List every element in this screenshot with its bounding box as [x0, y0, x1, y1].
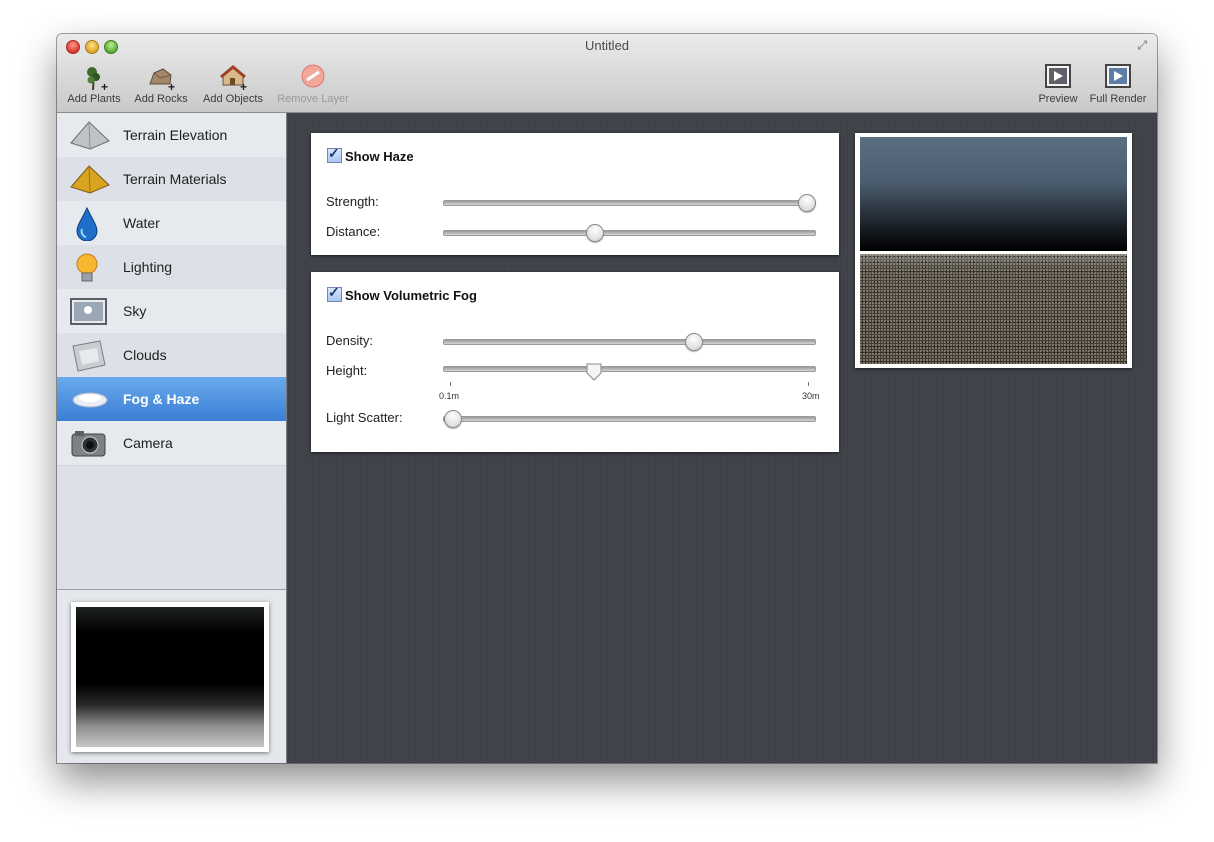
fog-preview-ground — [860, 254, 1127, 364]
clouds-icon — [70, 339, 106, 372]
show-haze-checkbox[interactable]: Show Haze — [327, 145, 414, 164]
add-objects-label: Add Objects — [203, 93, 263, 105]
app-window: Untitled ⤢ + Add Plants + Add Rocks + Ad… — [57, 34, 1157, 763]
sidebar-item-water[interactable]: Water — [57, 201, 286, 246]
height-slider-track[interactable] — [443, 366, 816, 372]
sidebar-item-clouds[interactable]: Clouds — [57, 333, 286, 378]
add-plants-label: Add Plants — [67, 93, 121, 105]
terrain-materials-icon — [70, 163, 110, 195]
show-volumetric-fog-checkbox[interactable]: Show Volumetric Fog — [327, 284, 477, 303]
density-slider-track[interactable] — [443, 339, 816, 345]
fog-preview — [855, 133, 1132, 368]
remove-layer-label: Remove Layer — [277, 93, 349, 105]
add-objects-icon: + — [218, 62, 248, 94]
sidebar-item-label: Lighting — [123, 259, 173, 275]
height-max-label: 30m — [802, 391, 820, 401]
light-scatter-slider-track[interactable] — [443, 416, 816, 422]
light-bulb-icon — [70, 251, 104, 283]
sidebar-item-label: Terrain Materials — [123, 171, 227, 187]
density-label: Density: — [326, 333, 373, 348]
scene-thumbnail-image — [76, 607, 264, 747]
add-rocks-label: Add Rocks — [134, 93, 188, 105]
sidebar-item-terrain-elevation[interactable]: Terrain Elevation — [57, 113, 286, 158]
sidebar-item-sky[interactable]: Sky — [57, 289, 286, 334]
sidebar-item-label: Camera — [123, 435, 173, 451]
water-drop-icon — [70, 206, 104, 242]
svg-text:+: + — [101, 80, 108, 92]
sidebar-item-lighting[interactable]: Lighting — [57, 245, 286, 290]
light-scatter-slider-knob[interactable] — [444, 410, 462, 428]
preview-icon — [1043, 62, 1073, 92]
add-plants-button[interactable]: + Add Plants — [66, 62, 122, 105]
distance-slider-track[interactable] — [443, 230, 816, 236]
sidebar-item-label: Sky — [123, 303, 147, 319]
height-min-tick — [450, 382, 451, 386]
strength-label: Strength: — [326, 194, 379, 209]
distance-slider-knob[interactable] — [585, 224, 604, 242]
full-render-icon — [1103, 62, 1133, 92]
window-title: Untitled — [584, 38, 630, 53]
toolbar: Untitled ⤢ + Add Plants + Add Rocks + Ad… — [57, 34, 1157, 113]
sidebar: Terrain Elevation Terrain Materials Wate… — [57, 113, 287, 763]
light-scatter-label: Light Scatter: — [326, 410, 403, 425]
checkbox-box — [327, 284, 342, 302]
sidebar-item-label: Fog & Haze — [123, 391, 200, 407]
sidebar-thumbnail-area — [57, 589, 286, 763]
height-slider-knob[interactable] — [586, 363, 602, 381]
svg-text:+: + — [240, 80, 247, 92]
preview-label: Preview — [1038, 93, 1078, 105]
add-rocks-button[interactable]: + Add Rocks — [132, 62, 190, 105]
remove-layer-button[interactable]: Remove Layer — [275, 62, 351, 105]
sidebar-item-label: Clouds — [123, 347, 167, 363]
add-objects-button[interactable]: + Add Objects — [199, 62, 267, 105]
fog-preview-sky — [860, 137, 1127, 251]
sidebar-item-fog-haze[interactable]: Fog & Haze — [57, 377, 286, 422]
strength-slider-knob[interactable] — [798, 194, 816, 212]
checkbox-box — [327, 145, 342, 163]
fog-icon — [70, 383, 108, 415]
preview-button[interactable]: Preview — [1035, 62, 1081, 105]
show-haze-label: Show Haze — [345, 149, 414, 164]
add-plants-icon: + — [79, 62, 109, 94]
height-max-tick — [808, 382, 809, 386]
volumetric-fog-panel: Show Volumetric Fog Density: Height: 0.1… — [311, 272, 839, 452]
show-volumetric-fog-label: Show Volumetric Fog — [345, 288, 477, 303]
height-label: Height: — [326, 363, 368, 378]
sidebar-item-label: Water — [123, 215, 160, 231]
density-slider-knob[interactable] — [684, 333, 703, 351]
sidebar-item-terrain-materials[interactable]: Terrain Materials — [57, 157, 286, 202]
terrain-elevation-icon — [70, 119, 110, 151]
sidebar-item-camera[interactable]: Camera — [57, 421, 286, 466]
add-rocks-icon: + — [146, 62, 176, 94]
strength-slider-track[interactable] — [443, 200, 816, 206]
remove-layer-icon — [298, 62, 328, 92]
sidebar-item-label: Terrain Elevation — [123, 127, 228, 143]
scene-thumbnail — [71, 602, 269, 752]
sky-icon — [70, 295, 107, 327]
settings-pane: Show Haze Strength: Distance: Show Volum… — [287, 113, 1157, 763]
camera-icon — [70, 427, 106, 459]
fullscreen-icon[interactable]: ⤢ — [1137, 38, 1147, 53]
height-min-label: 0.1m — [439, 391, 460, 401]
svg-text:+: + — [168, 80, 175, 92]
distance-label: Distance: — [326, 224, 381, 239]
haze-panel: Show Haze Strength: Distance: — [311, 133, 839, 255]
full-render-label: Full Render — [1089, 93, 1147, 105]
full-render-button[interactable]: Full Render — [1087, 62, 1149, 105]
